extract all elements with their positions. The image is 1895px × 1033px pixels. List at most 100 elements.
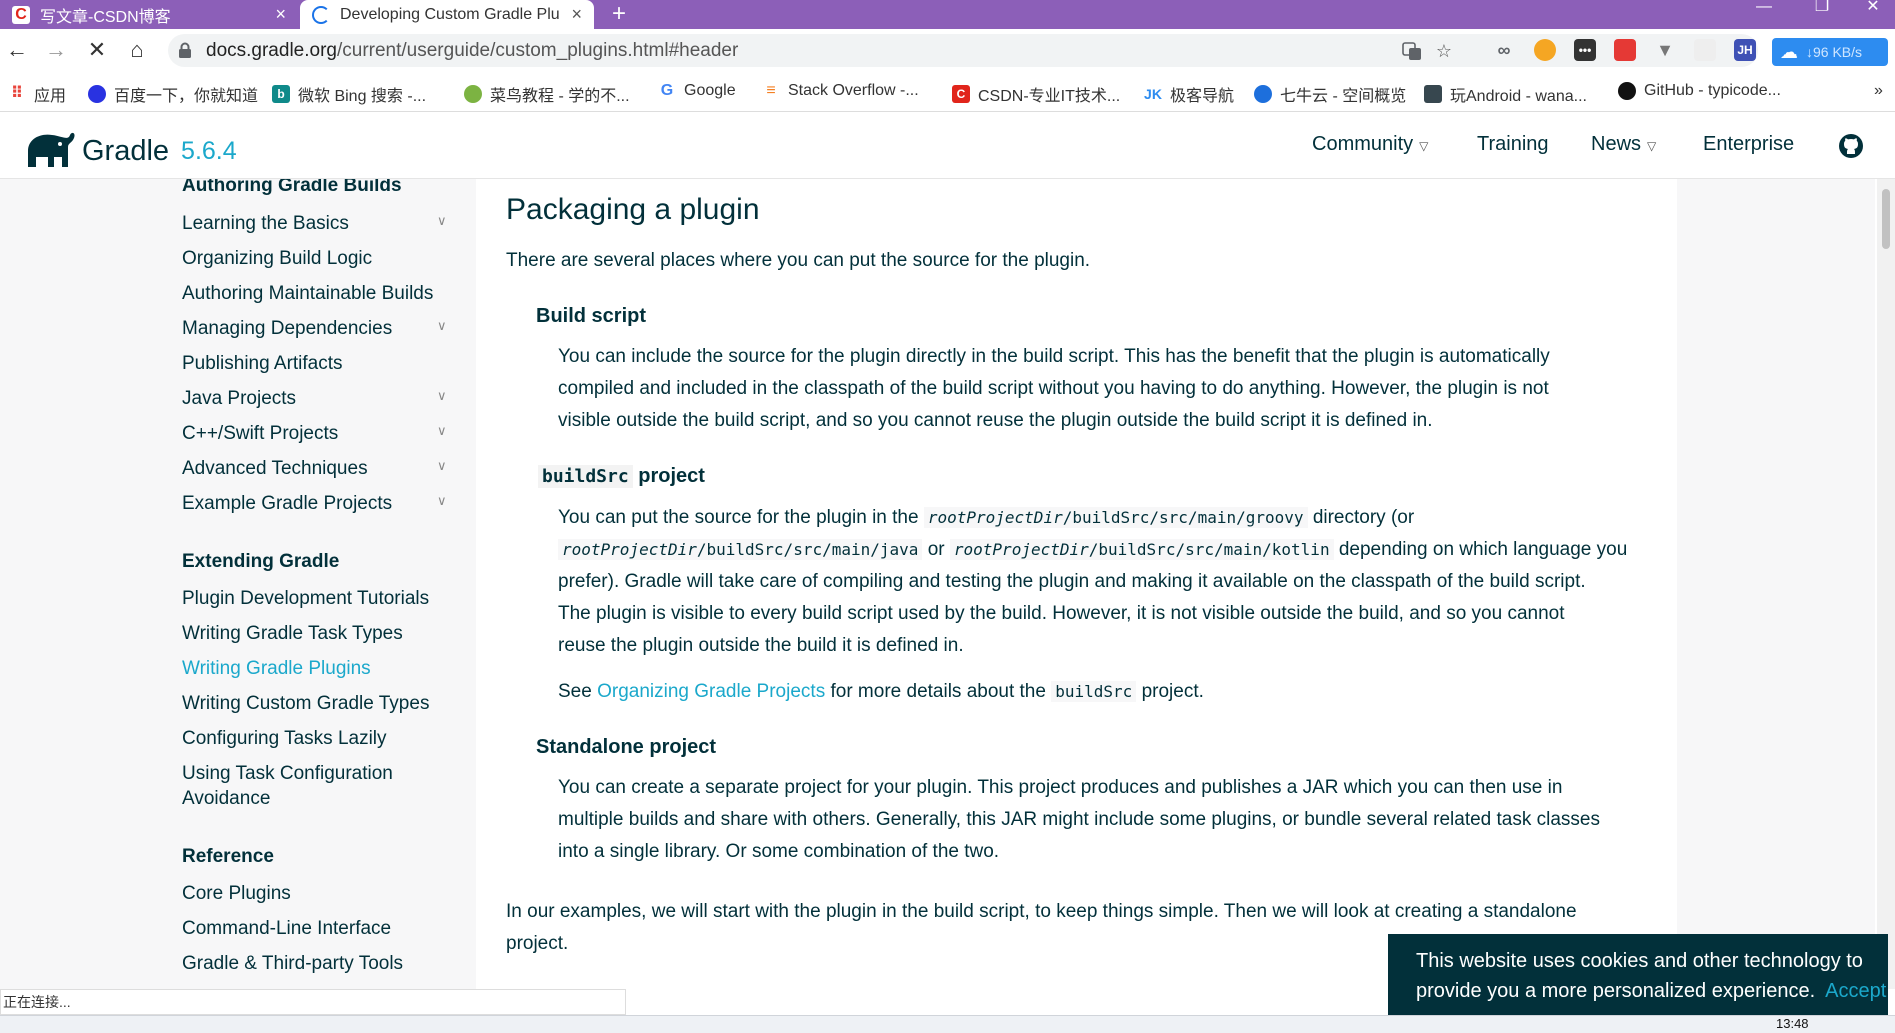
net-speed-extension[interactable]: ☁ ↓96 KB/s: [1772, 38, 1888, 66]
forward-button[interactable]: →: [43, 37, 69, 63]
loading-spinner-icon: [312, 5, 330, 24]
sidebar-item-learning-basics[interactable]: Learning the Basics ∨: [182, 213, 447, 235]
tab-title: Developing Custom Gradle Plu: [340, 5, 560, 23]
nav-enterprise[interactable]: Enterprise: [1703, 133, 1794, 156]
chevron-down-icon: ▽: [1419, 139, 1429, 153]
bookmark-qiniu[interactable]: 七牛云 - 空间概览: [1254, 82, 1406, 106]
sidebar-heading-authoring[interactable]: Authoring Gradle Builds: [182, 179, 402, 197]
buildsrc-heading: buildSrc project: [538, 465, 705, 488]
sidebar-item-cli[interactable]: Command-Line Interface: [182, 918, 391, 940]
sidebar-item-task-config-avoidance[interactable]: Using Task Configuration: [182, 763, 393, 785]
buildsrc-line-2: rootProjectDir/buildSrc/src/main/java or…: [558, 534, 1648, 566]
standalone-line: You can create a separate project for yo…: [558, 777, 1563, 798]
sidebar-item-tasks-lazily[interactable]: Configuring Tasks Lazily: [182, 728, 387, 750]
buildsrc-see-also: See Organizing Gradle Projects for more …: [558, 681, 1204, 702]
sidebar-item-plugin-tutorials[interactable]: Plugin Development Tutorials: [182, 588, 429, 610]
nav-training[interactable]: Training: [1477, 133, 1549, 156]
sidebar-heading-extending[interactable]: Extending Gradle: [182, 551, 339, 573]
cookie-text-row: provide you a more personalized experien…: [1416, 976, 1886, 1006]
buildsrc-line-1: You can put the source for the plugin in…: [558, 507, 1415, 528]
page-scrollbar[interactable]: [1877, 179, 1895, 989]
sidebar-item-maintainable-builds[interactable]: Authoring Maintainable Builds: [182, 283, 433, 305]
stackoverflow-icon: ≡: [766, 82, 776, 99]
bookmark-apps[interactable]: ⠿ 应用: [8, 82, 66, 106]
tab-close-icon[interactable]: ×: [275, 4, 286, 25]
fox-extension-icon[interactable]: [1534, 39, 1556, 61]
page-title: Packaging a plugin: [506, 193, 760, 226]
sidebar-item-publishing-artifacts[interactable]: Publishing Artifacts: [182, 353, 343, 375]
bookmark-stackoverflow[interactable]: ≡ Stack Overflow -...: [762, 82, 918, 100]
taskbar-clock[interactable]: 13:48: [1776, 1016, 1809, 1031]
sidebar-item-example-projects[interactable]: Example Gradle Projects ∨: [182, 493, 447, 515]
nav-community[interactable]: Community ▽: [1312, 133, 1428, 156]
sidebar-item-organizing-build-logic[interactable]: Organizing Build Logic: [182, 248, 372, 270]
scrollbar-thumb[interactable]: [1882, 189, 1890, 249]
build-script-heading: Build script: [536, 305, 647, 327]
stop-loading-button[interactable]: ✕: [84, 37, 110, 63]
bookmark-wanandroid[interactable]: 玩Android - wana...: [1424, 82, 1587, 106]
bookmark-github[interactable]: GitHub - typicode...: [1618, 82, 1781, 100]
dots-extension-icon[interactable]: •••: [1574, 39, 1596, 61]
organizing-projects-link[interactable]: Organizing Gradle Projects: [597, 681, 825, 702]
github-icon: [1618, 82, 1636, 100]
more-bookmarks-button[interactable]: »: [1874, 82, 1883, 100]
new-tab-button[interactable]: +: [612, 0, 626, 29]
sidebar-item-writing-plugins[interactable]: Writing Gradle Plugins: [182, 658, 371, 680]
apps-grid-icon: ⠿: [10, 85, 24, 102]
gradle-elephant-icon: [28, 132, 75, 167]
standalone-heading: Standalone project: [536, 736, 717, 758]
sidebar-item-task-types[interactable]: Writing Gradle Task Types: [182, 623, 403, 645]
android-icon: [1424, 85, 1442, 103]
address-bar[interactable]: docs.gradle.org/current/userguide/custom…: [168, 34, 1758, 67]
os-taskbar: 13:48: [0, 1015, 1895, 1033]
sidebar-item-cpp-swift[interactable]: C++/Swift Projects ∨: [182, 423, 447, 445]
tab-title: 写文章-CSDN博客: [40, 8, 171, 26]
bookmark-csdn[interactable]: C CSDN-专业IT技术...: [952, 82, 1120, 106]
sidebar-item-java-projects[interactable]: Java Projects ∨: [182, 388, 447, 410]
maximize-button[interactable]: ❐: [1793, 0, 1851, 29]
sidebar-item-custom-types[interactable]: Writing Custom Gradle Types: [182, 693, 429, 715]
brand-name: Gradle: [82, 135, 170, 167]
bookmarks-bar: ⠿ 应用 百度一下，你就知道 b 微软 Bing 搜索 -... 菜鸟教程 - …: [0, 72, 1895, 112]
sidebar-heading-reference[interactable]: Reference: [182, 846, 274, 868]
bookmark-jk[interactable]: JK 极客导航: [1144, 82, 1234, 106]
cookie-text-line: This website uses cookies and other tech…: [1416, 950, 1863, 972]
tab-gradle[interactable]: Developing Custom Gradle Plu ×: [300, 0, 594, 29]
bookmark-google[interactable]: G Google: [658, 82, 736, 100]
close-window-button[interactable]: ✕: [1851, 0, 1895, 29]
red-extension-icon[interactable]: [1614, 39, 1636, 61]
outro-line: In our examples, we will start with the …: [506, 901, 1577, 922]
sidebar-item-core-plugins[interactable]: Core Plugins: [182, 883, 291, 905]
github-icon[interactable]: [1838, 133, 1864, 159]
sidebar-item-third-party-tools[interactable]: Gradle & Third-party Tools: [182, 953, 403, 975]
chevron-down-icon: ∨: [437, 423, 447, 438]
bookmark-runoob[interactable]: 菜鸟教程 - 学的不...: [464, 82, 630, 106]
sidebar-item-managing-dependencies[interactable]: Managing Dependencies ∨: [182, 318, 447, 340]
minimize-button[interactable]: —: [1735, 0, 1793, 29]
cookie-accept-button[interactable]: Accept: [1825, 980, 1886, 1002]
buildsrc-line: reuse the plugin outside the build it is…: [558, 635, 964, 656]
vue-extension-icon[interactable]: ▼: [1654, 39, 1676, 61]
buildsrc-line: The plugin is visible to every build scr…: [558, 603, 1565, 624]
csdn-favicon-icon: C: [12, 5, 30, 24]
back-button[interactable]: ←: [4, 37, 30, 63]
tab-close-icon[interactable]: ×: [571, 4, 582, 25]
cookie-text-line: provide you a more personalized experien…: [1416, 980, 1816, 1002]
qiniu-icon: [1254, 85, 1272, 103]
infinity-extension-icon[interactable]: ∞: [1493, 39, 1515, 61]
gradle-logo[interactable]: Gradle 5.6.4: [22, 129, 237, 169]
bookmark-baidu[interactable]: 百度一下，你就知道: [88, 82, 258, 106]
bookmark-bing[interactable]: b 微软 Bing 搜索 -...: [272, 82, 426, 106]
sidebar-item-advanced-techniques[interactable]: Advanced Techniques ∨: [182, 458, 447, 480]
grey-extension-icon[interactable]: [1694, 39, 1716, 61]
sidebar-item-task-config-avoidance-cont[interactable]: Avoidance: [182, 788, 270, 810]
intro-paragraph: There are several places where you can p…: [506, 250, 1091, 271]
home-button[interactable]: ⌂: [124, 37, 150, 63]
nav-news[interactable]: News ▽: [1591, 133, 1656, 156]
docs-sidebar: Authoring Gradle Builds Learning the Bas…: [0, 179, 476, 989]
buildsrc-line: prefer). Gradle will take care of compil…: [558, 571, 1586, 592]
bookmark-star-icon[interactable]: ☆: [1434, 41, 1454, 61]
translate-icon[interactable]: [1402, 41, 1422, 61]
jh-extension-icon[interactable]: JH: [1734, 39, 1756, 61]
tab-csdn[interactable]: C 写文章-CSDN博客 ×: [0, 0, 298, 29]
